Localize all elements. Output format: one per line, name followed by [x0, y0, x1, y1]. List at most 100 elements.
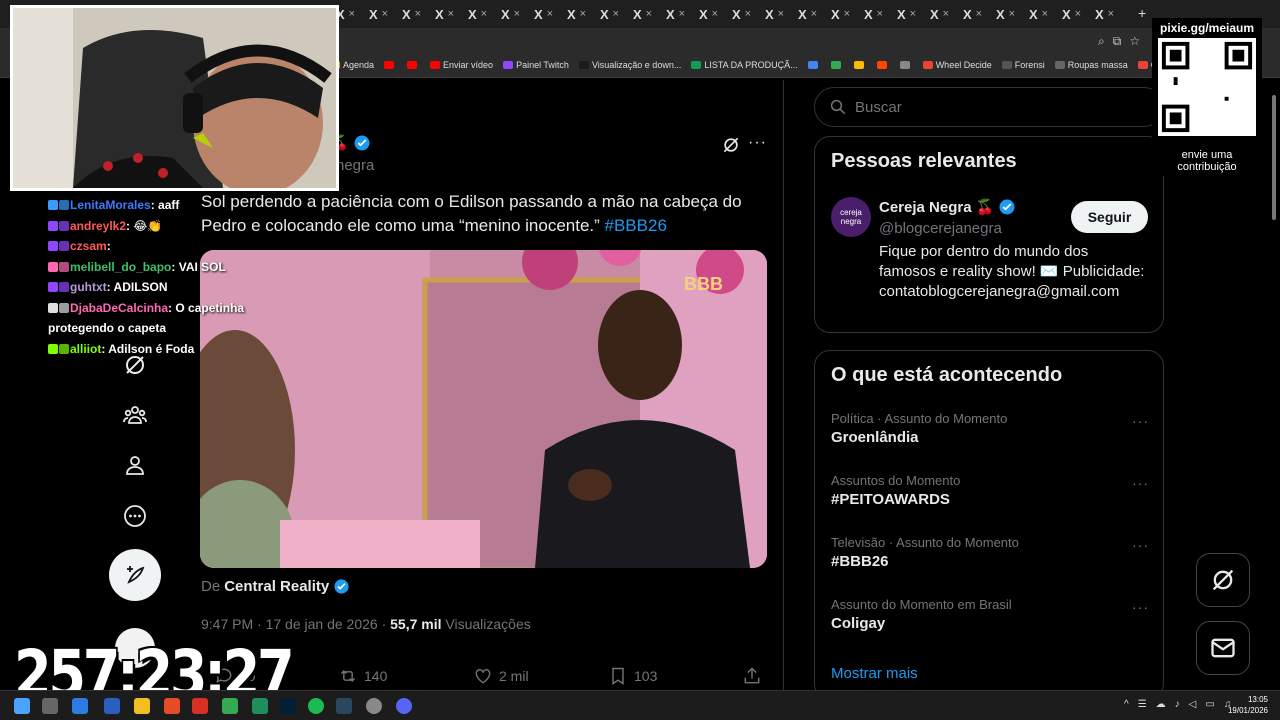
- share-icon: [744, 667, 760, 684]
- browser-tab[interactable]: X ×: [798, 6, 831, 22]
- profile-nav-icon[interactable]: [120, 450, 150, 480]
- volume-icon: ◁: [1188, 699, 1197, 710]
- app-icon-2[interactable]: [164, 698, 180, 714]
- tweet-hashtag[interactable]: #BBB26: [605, 216, 667, 235]
- trend-item[interactable]: Política · Assunto do Momento Groenlândia…: [831, 411, 1149, 446]
- browser-tab[interactable]: X ×: [600, 6, 633, 22]
- show-more-link[interactable]: Mostrar mais: [831, 665, 918, 682]
- browser-tab[interactable]: X ×: [567, 6, 600, 22]
- browser-tab[interactable]: X ×: [1029, 6, 1062, 22]
- discord-icon[interactable]: [396, 698, 412, 714]
- browser-tab[interactable]: X ×: [402, 6, 435, 22]
- browser-tab[interactable]: X ×: [369, 6, 402, 22]
- trend-more-icon[interactable]: ···: [1132, 599, 1149, 615]
- app-icon[interactable]: [104, 698, 120, 714]
- taskbar-clock[interactable]: 13:05 19/01/2026: [1228, 694, 1268, 716]
- tab-close-icon: ×: [1074, 8, 1082, 20]
- network-icon: ☰: [1137, 699, 1147, 710]
- browser-tab[interactable]: X ×: [633, 6, 666, 22]
- bookmark-item[interactable]: Painel Twitch: [503, 60, 569, 70]
- trend-more-icon[interactable]: ···: [1132, 475, 1149, 491]
- tab-close-icon: ×: [612, 8, 620, 20]
- browser-tab[interactable]: X ×: [336, 6, 369, 22]
- share-button[interactable]: [742, 666, 762, 686]
- chat-badge-icon: [59, 241, 69, 251]
- browser-tab[interactable]: X ×: [963, 6, 996, 22]
- browser-tab[interactable]: X ×: [930, 6, 963, 22]
- bookmark-item[interactable]: Enviar vídeo: [430, 60, 493, 70]
- zoom-icon[interactable]: ⌕: [1098, 34, 1105, 49]
- bookmark-item[interactable]: [899, 60, 913, 70]
- bookmark-item[interactable]: Forensi: [1001, 60, 1045, 70]
- obs-icon[interactable]: [366, 698, 382, 714]
- steam-icon[interactable]: [336, 698, 352, 714]
- trend-item[interactable]: Assunto do Momento em Brasil Coligay ···: [831, 597, 1149, 632]
- bookmark-item[interactable]: Roupas massa: [1054, 60, 1128, 70]
- trend-name: #BBB26: [831, 553, 889, 570]
- communities-nav-icon[interactable]: [120, 400, 150, 430]
- grok-icon[interactable]: [721, 135, 741, 155]
- messages-floating-button[interactable]: [1196, 621, 1250, 675]
- trend-more-icon[interactable]: ···: [1132, 537, 1149, 553]
- bookmark-item[interactable]: [876, 60, 890, 70]
- person-avatar[interactable]: cereja negra: [831, 197, 871, 237]
- app-icon-4[interactable]: [252, 698, 268, 714]
- browser-tab[interactable]: X ×: [435, 6, 468, 22]
- bookmark-item[interactable]: [384, 60, 397, 70]
- person-handle[interactable]: @blogcerejanegra: [879, 220, 1002, 237]
- browser-tab[interactable]: X ×: [1062, 6, 1095, 22]
- bookmark-item[interactable]: Wheel Decide: [922, 60, 992, 70]
- search-taskbar-icon[interactable]: [42, 698, 58, 714]
- system-tray[interactable]: ^ ☰ ☁ ♪ ◁ ▭ ♫: [1124, 699, 1231, 710]
- folder-icon[interactable]: [134, 698, 150, 714]
- tweet-more-icon[interactable]: ···: [748, 134, 767, 152]
- start-icon[interactable]: [14, 698, 30, 714]
- browser-tab[interactable]: X ×: [864, 6, 897, 22]
- bookmark-item[interactable]: [407, 60, 420, 70]
- tweet-author-handle[interactable]: negra: [336, 157, 374, 174]
- browser-tab[interactable]: X ×: [831, 6, 864, 22]
- browser-tab[interactable]: X ×: [699, 6, 732, 22]
- tweet-timestamp[interactable]: 9:47 PM · 17 de jan de 2026 ·: [201, 616, 390, 632]
- bookmark-item[interactable]: LISTA DA PRODUÇÃ...: [691, 60, 798, 70]
- trend-more-icon[interactable]: ···: [1132, 413, 1149, 429]
- browser-tab[interactable]: X ×: [996, 6, 1029, 22]
- browser-tab[interactable]: X ×: [897, 6, 930, 22]
- like-button[interactable]: 2 mil: [473, 666, 529, 686]
- search-input[interactable]: Buscar: [814, 87, 1164, 127]
- bookmark-item[interactable]: Visualização e down...: [578, 60, 681, 70]
- x-logo-icon: X: [666, 6, 675, 22]
- follow-button[interactable]: Seguir: [1071, 201, 1148, 233]
- browser-tab[interactable]: X ×: [534, 6, 567, 22]
- bookmark-item[interactable]: [807, 60, 821, 70]
- trend-item[interactable]: Assuntos do Momento #PEITOAWARDS ···: [831, 473, 1149, 508]
- screen-cast-icon[interactable]: ⧉: [1113, 34, 1122, 49]
- browser-tab[interactable]: X ×: [732, 6, 765, 22]
- browser-tab[interactable]: X ×: [1095, 6, 1128, 22]
- edge-icon[interactable]: [72, 698, 88, 714]
- browser-tab[interactable]: X ×: [468, 6, 501, 22]
- bookmark-button[interactable]: 103: [608, 666, 657, 686]
- browser-tab[interactable]: X ×: [501, 6, 534, 22]
- source-account-link[interactable]: Central Reality: [224, 578, 329, 595]
- retweet-button[interactable]: 140: [338, 666, 387, 686]
- bookmark-item[interactable]: [830, 60, 844, 70]
- spotify-icon[interactable]: [308, 698, 324, 714]
- trend-item[interactable]: Televisão · Assunto do Momento #BBB26 ···: [831, 535, 1149, 570]
- browser-tab[interactable]: X ×: [666, 6, 699, 22]
- bookmark-favicon-icon: [503, 61, 514, 69]
- compose-post-button[interactable]: [109, 549, 161, 601]
- grok-floating-button[interactable]: [1196, 553, 1250, 607]
- new-tab-button[interactable]: +: [1138, 5, 1146, 21]
- chrome-icon[interactable]: [222, 698, 238, 714]
- bookmark-item[interactable]: [853, 60, 867, 70]
- person-name[interactable]: Cereja Negra 🍒: [879, 198, 1016, 216]
- app-icon-3[interactable]: [192, 698, 208, 714]
- browser-tab[interactable]: X ×: [765, 6, 798, 22]
- bookmark-star-icon[interactable]: ☆: [1129, 34, 1140, 49]
- page-scrollbar[interactable]: [1271, 80, 1277, 690]
- photoshop-icon[interactable]: [280, 698, 296, 714]
- trend-name: #PEITOAWARDS: [831, 491, 950, 508]
- mail-icon: [1211, 638, 1235, 658]
- more-nav-icon[interactable]: [120, 501, 150, 531]
